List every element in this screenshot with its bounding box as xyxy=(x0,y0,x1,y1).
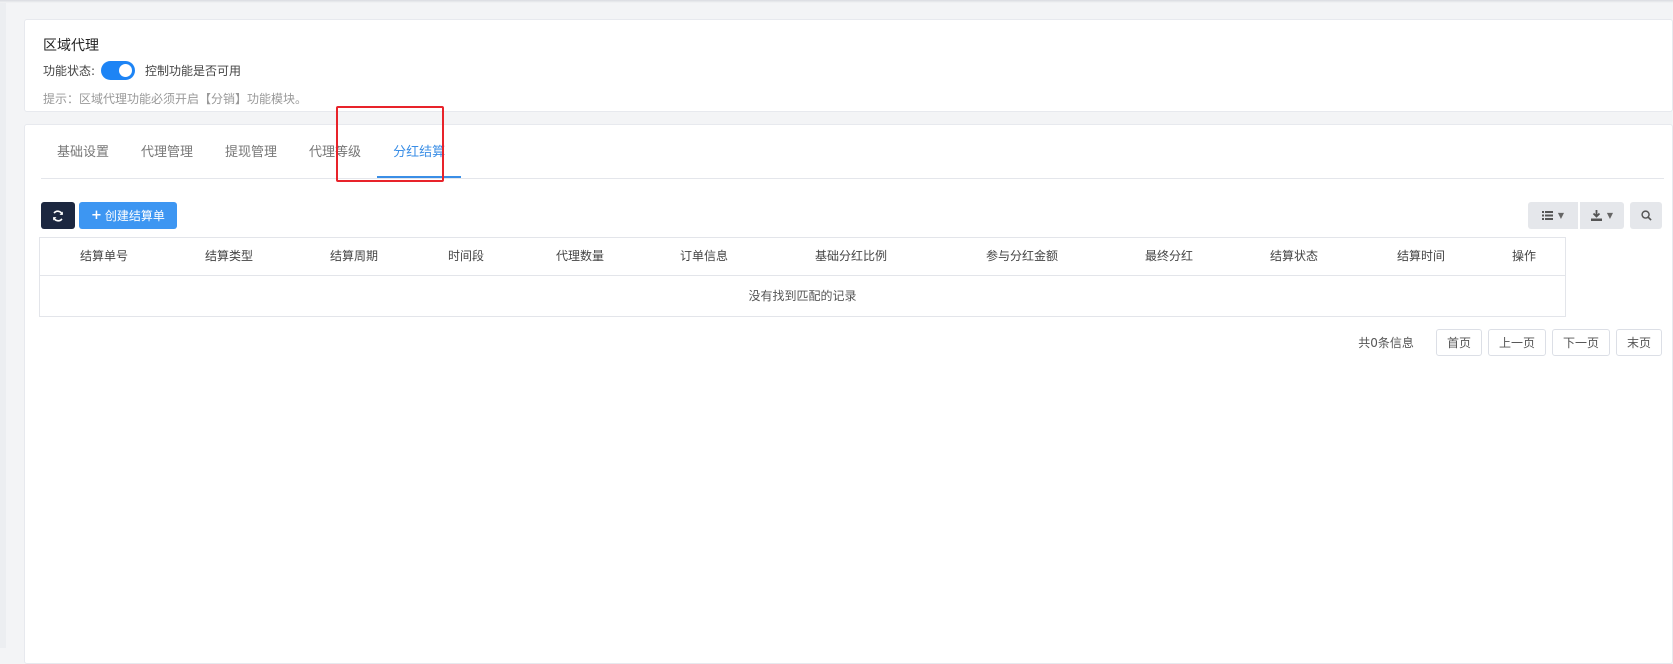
feature-toggle[interactable] xyxy=(101,61,136,80)
toggle-knob xyxy=(119,64,133,77)
col-participating-amount[interactable]: 参与分红金额 xyxy=(986,238,1058,275)
page-title: 区域代理 xyxy=(43,38,99,54)
export-button[interactable]: ▼ xyxy=(1580,202,1624,229)
col-time-range[interactable]: 时间段 xyxy=(448,238,484,275)
list-icon xyxy=(1541,211,1553,220)
col-settlement-no[interactable]: 结算单号 xyxy=(80,238,128,275)
table-header: 结算单号 结算类型 结算周期 时间段 代理数量 订单信息 基础分红比例 参与分红… xyxy=(40,238,1565,276)
refresh-icon xyxy=(53,209,63,222)
caret-down-icon: ▼ xyxy=(1606,211,1614,220)
empty-message: 没有找到匹配的记录 xyxy=(748,289,857,303)
main-panel: 基础设置 代理管理 提现管理 代理等级 分红结算 + 创建结算单 ▼ ▼ 结算单… xyxy=(24,124,1673,664)
table-tools: ▼ ▼ xyxy=(1528,202,1662,229)
search-icon xyxy=(1640,210,1652,221)
module-header-panel: 区域代理 功能状态: 控制功能是否可用 提示：区域代理功能必须开启【分销】功能模… xyxy=(24,19,1673,112)
tab-bar: 基础设置 代理管理 提现管理 代理等级 分红结算 xyxy=(41,125,1664,179)
col-base-dividend-ratio[interactable]: 基础分红比例 xyxy=(815,238,887,275)
columns-toggle-button[interactable]: ▼ xyxy=(1528,202,1578,229)
col-settlement-period[interactable]: 结算周期 xyxy=(330,238,378,275)
pagination: 共0条信息 首页 上一页 下一页 末页 xyxy=(1358,329,1662,356)
col-settlement-status[interactable]: 结算状态 xyxy=(1270,238,1318,275)
status-label: 功能状态: xyxy=(43,64,96,78)
top-shadow xyxy=(0,0,1673,3)
prev-page-button[interactable]: 上一页 xyxy=(1487,329,1546,356)
left-edge xyxy=(0,3,6,648)
refresh-button[interactable] xyxy=(41,202,75,229)
next-page-button[interactable]: 下一页 xyxy=(1551,329,1610,356)
col-settlement-time[interactable]: 结算时间 xyxy=(1397,238,1445,275)
plus-icon: + xyxy=(91,208,102,223)
col-order-info[interactable]: 订单信息 xyxy=(680,238,728,275)
caret-down-icon: ▼ xyxy=(1557,211,1565,220)
col-actions: 操作 xyxy=(1512,249,1537,263)
annotation-highlight-box xyxy=(336,106,444,182)
tab-agent-management[interactable]: 代理管理 xyxy=(125,125,209,178)
create-settlement-button[interactable]: + 创建结算单 xyxy=(79,202,177,229)
tab-withdrawal-management[interactable]: 提现管理 xyxy=(209,125,293,178)
col-agent-count[interactable]: 代理数量 xyxy=(556,238,604,275)
col-final-dividend[interactable]: 最终分红 xyxy=(1145,238,1193,275)
settlement-table: 结算单号 结算类型 结算周期 时间段 代理数量 订单信息 基础分红比例 参与分红… xyxy=(39,237,1566,317)
status-row: 功能状态: 控制功能是否可用 xyxy=(43,61,241,80)
tab-basic-settings[interactable]: 基础设置 xyxy=(41,125,125,178)
first-page-button[interactable]: 首页 xyxy=(1435,329,1482,356)
status-description: 控制功能是否可用 xyxy=(145,64,242,78)
download-icon xyxy=(1590,210,1602,221)
last-page-button[interactable]: 末页 xyxy=(1615,329,1662,356)
tip-text: 提示：区域代理功能必须开启【分销】功能模块。 xyxy=(43,92,308,106)
create-settlement-label: 创建结算单 xyxy=(104,209,165,223)
search-button[interactable] xyxy=(1630,202,1662,229)
total-count: 共0条信息 xyxy=(1358,336,1414,350)
col-settlement-type[interactable]: 结算类型 xyxy=(205,238,253,275)
